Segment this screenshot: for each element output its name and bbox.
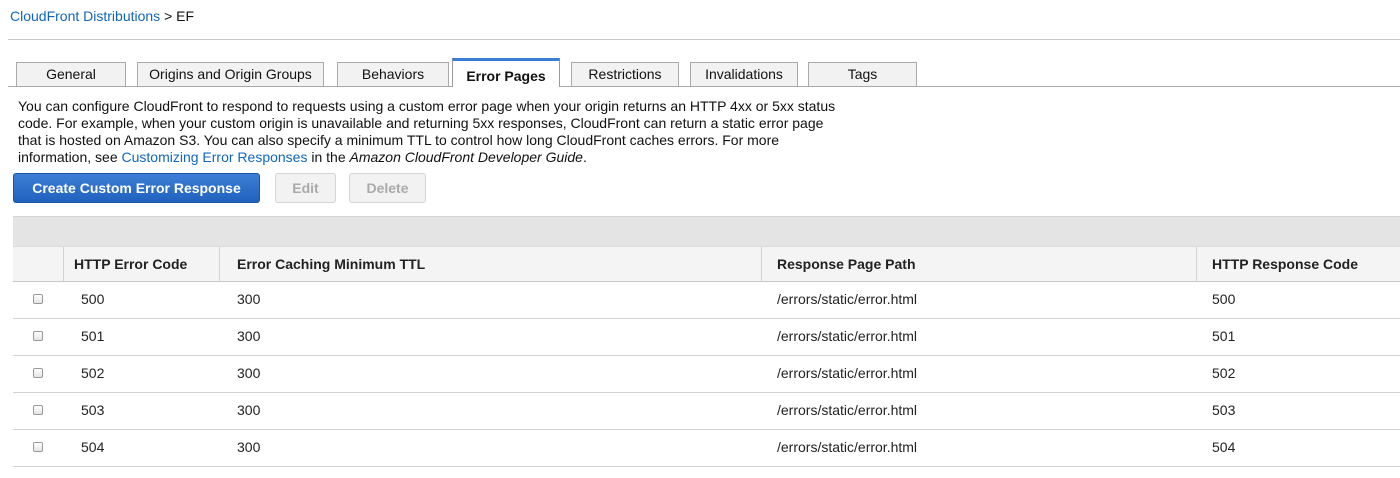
row-checkbox[interactable] [33,442,43,452]
cell-http-response-code: 503 [1212,402,1236,418]
cell-http-error-code: 500 [81,291,105,307]
cell-error-caching-ttl: 300 [237,328,261,344]
column-header-response-page-path[interactable]: Response Page Path [777,247,916,281]
cell-response-page-path: /errors/static/error.html [777,402,918,418]
cell-http-response-code: 502 [1212,365,1236,381]
table-row[interactable]: 503 300 /errors/static/error.html 503 [13,392,1400,430]
table-header: HTTP Error Code Error Caching Minimum TT… [13,246,1400,282]
column-header-http-response-code[interactable]: HTTP Response Code [1212,247,1358,281]
tab-error-pages[interactable]: Error Pages [452,58,560,87]
tab-behaviors[interactable]: Behaviors [337,62,449,86]
row-checkbox[interactable] [33,331,43,341]
table-row[interactable]: 504 300 /errors/static/error.html 504 [13,429,1400,467]
cell-response-page-path: /errors/static/error.html [777,439,918,455]
cell-http-response-code: 500 [1212,291,1236,307]
column-divider [1196,247,1197,281]
column-header-error-caching-ttl[interactable]: Error Caching Minimum TTL [237,247,425,281]
tab-origins[interactable]: Origins and Origin Groups [137,62,324,86]
cell-response-page-path: /errors/static/error.html [777,291,918,307]
breadcrumb-link-distributions[interactable]: CloudFront Distributions [10,8,160,24]
edit-button[interactable]: Edit [275,173,336,203]
cell-http-error-code: 503 [81,402,105,418]
cell-http-response-code: 504 [1212,439,1236,455]
tab-general[interactable]: General [16,62,126,86]
table-row[interactable]: 500 300 /errors/static/error.html 500 [13,281,1400,319]
breadcrumb: CloudFront Distributions > EF [10,8,194,24]
header-divider [8,39,1400,40]
developer-guide-title: Amazon CloudFront Developer Guide [349,149,583,165]
tab-divider [8,86,1400,87]
row-checkbox[interactable] [33,405,43,415]
cell-error-caching-ttl: 300 [237,439,261,455]
cell-http-error-code: 504 [81,439,105,455]
table-row[interactable]: 501 300 /errors/static/error.html 501 [13,318,1400,356]
cell-http-response-code: 501 [1212,328,1236,344]
breadcrumb-separator: > [164,8,173,24]
row-checkbox[interactable] [33,294,43,304]
breadcrumb-current: EF [176,8,195,24]
table-toolbar [13,216,1400,247]
cell-http-error-code: 501 [81,328,105,344]
tab-tags[interactable]: Tags [808,62,917,86]
cell-error-caching-ttl: 300 [237,291,261,307]
description-period: . [582,149,587,165]
column-header-http-error-code[interactable]: HTTP Error Code [74,247,187,281]
cell-http-error-code: 502 [81,365,105,381]
description-text-in: in the [311,149,346,165]
delete-button[interactable]: Delete [349,173,426,203]
column-divider [63,247,64,281]
cell-response-page-path: /errors/static/error.html [777,328,918,344]
column-divider [219,247,220,281]
customizing-error-responses-link[interactable]: Customizing Error Responses [122,149,308,165]
create-custom-error-response-button[interactable]: Create Custom Error Response [13,173,260,203]
table-row[interactable]: 502 300 /errors/static/error.html 502 [13,355,1400,393]
cell-error-caching-ttl: 300 [237,402,261,418]
tab-restrictions[interactable]: Restrictions [571,62,679,86]
error-pages-description: You can configure CloudFront to respond … [18,98,848,166]
tab-invalidations[interactable]: Invalidations [690,62,798,86]
cell-error-caching-ttl: 300 [237,365,261,381]
cell-response-page-path: /errors/static/error.html [777,365,918,381]
row-checkbox[interactable] [33,368,43,378]
column-divider [761,247,762,281]
